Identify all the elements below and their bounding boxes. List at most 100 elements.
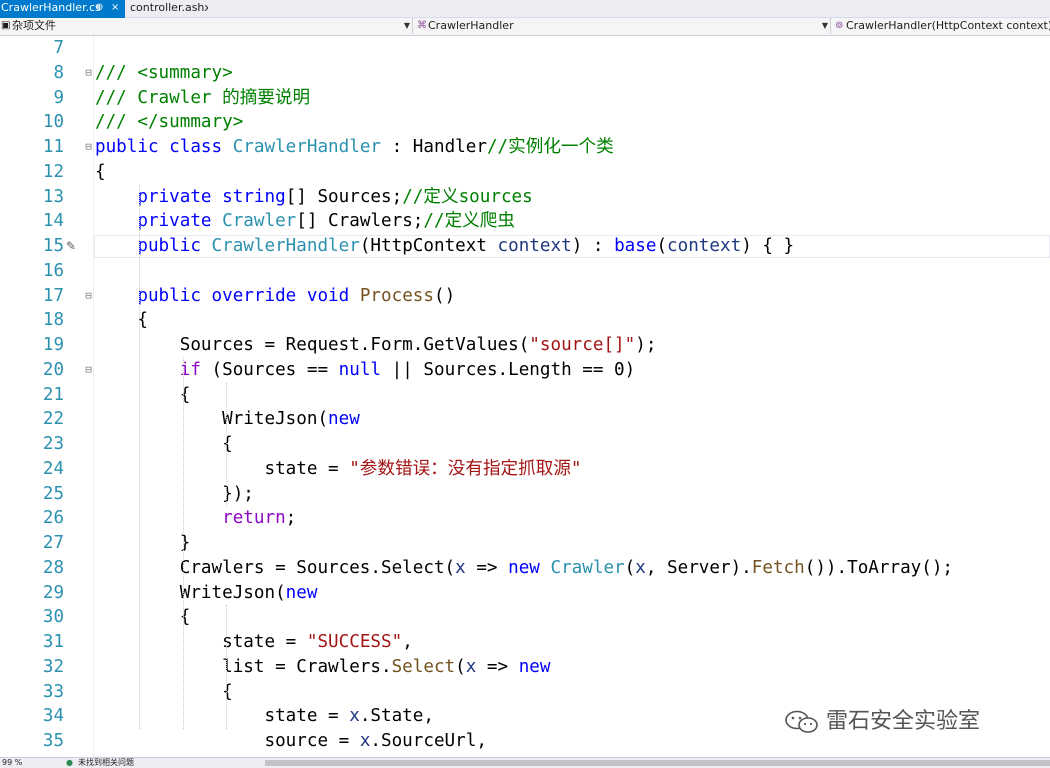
code-line[interactable]: {	[95, 160, 106, 184]
fold-toggle-icon[interactable]: ⊟	[84, 358, 93, 382]
code-token: Crawler	[222, 211, 297, 232]
code-token: "SUCCESS"	[306, 632, 403, 652]
line-number: 28	[42, 557, 64, 578]
line-number: 31	[42, 632, 64, 652]
code-line[interactable]: return;	[95, 506, 296, 530]
code-line[interactable]: {	[95, 680, 233, 704]
code-line[interactable]: {	[95, 605, 191, 629]
gutter-divider	[93, 36, 94, 757]
tab-label: CrawlerHandler.cs	[1, 1, 101, 14]
tab-controller-ashx[interactable]: controller.ashx	[128, 0, 208, 17]
code-token: ) { }	[741, 236, 795, 256]
line-number: 11	[42, 137, 64, 157]
code-line[interactable]: public override void Process()	[95, 284, 455, 308]
code-line[interactable]: {	[95, 432, 233, 456]
pin-icon[interactable]: ⊕	[95, 0, 103, 16]
code-token: //定义sources	[402, 186, 533, 207]
class-dropdown-value: CrawlerHandler	[428, 19, 514, 32]
code-token: new	[508, 557, 540, 578]
code-token: : Handler	[381, 137, 487, 157]
code-token: private	[137, 211, 212, 232]
code-line[interactable]: public CrawlerHandler(HttpContext contex…	[95, 234, 794, 258]
code-line[interactable]: Sources = Request.Form.GetValues("source…	[95, 333, 657, 357]
code-line[interactable]: }	[95, 531, 191, 555]
code-token: state =	[95, 706, 350, 727]
code-token: WriteJson(	[95, 582, 286, 603]
code-line[interactable]: {	[95, 383, 191, 407]
line-number: 25	[42, 483, 64, 504]
code-line[interactable]: WriteJson(new	[95, 407, 360, 431]
code-token: source =	[95, 731, 360, 751]
code-token: (HttpContext	[359, 236, 498, 256]
line-number: 20	[42, 359, 64, 380]
wechat-icon	[785, 710, 818, 733]
project-dropdown[interactable]: ▣ 杂项文件 ▼	[0, 18, 413, 34]
code-line[interactable]: private string[] Sources;//定义sources	[95, 185, 533, 209]
member-dropdown-value: CrawlerHandler(HttpContext context)	[846, 19, 1050, 32]
code-line[interactable]: source = x.SourceUrl,	[95, 729, 486, 753]
code-line[interactable]: state = "参数错误：没有指定抓取源"	[95, 457, 581, 481]
code-token: (	[656, 236, 668, 256]
code-line[interactable]: private Crawler[] Crawlers;//定义爬虫	[95, 209, 515, 233]
code-line[interactable]: {	[95, 308, 148, 332]
code-line[interactable]: list = Crawlers.Select(x => new	[95, 655, 550, 679]
code-token: {	[95, 310, 148, 331]
fold-toggle-icon[interactable]: ⊟	[84, 135, 93, 159]
code-token: || Sources.Length == 0)	[381, 359, 636, 380]
member-dropdown[interactable]: ⊚ CrawlerHandler(HttpContext context)	[834, 18, 1050, 34]
code-token: /// <summary>	[95, 62, 233, 83]
edit-pencil-icon: ✎	[66, 239, 77, 253]
line-number: 14	[42, 211, 64, 232]
code-token: /// </summary>	[95, 112, 244, 133]
code-line[interactable]: public class CrawlerHandler : Handler//实…	[95, 135, 614, 159]
code-token: null	[338, 359, 382, 380]
code-line[interactable]: if (Sources == null || Sources.Length ==…	[95, 358, 635, 382]
code-token: {	[95, 384, 191, 405]
navigation-bar: ▣ 杂项文件 ▼ ⌘ CrawlerHandler ▼ ⊚ CrawlerHan…	[0, 18, 1050, 36]
code-line[interactable]: state = "SUCCESS",	[95, 630, 413, 654]
code-token: x	[455, 557, 466, 578]
horizontal-scrollbar[interactable]	[265, 760, 1050, 766]
code-token: CrawlerHandler	[232, 137, 382, 157]
code-token: public	[137, 285, 201, 306]
code-token: Process	[359, 285, 434, 306]
code-token: context	[667, 236, 742, 256]
code-token: class	[169, 137, 223, 157]
close-icon[interactable]: ×	[111, 0, 119, 16]
line-number: 24	[42, 458, 64, 479]
class-dropdown[interactable]: ⌘ CrawlerHandler ▼	[416, 18, 831, 34]
code-token: {	[95, 681, 233, 702]
code-token: base	[614, 236, 657, 256]
code-token: }	[95, 533, 191, 553]
fold-toggle-icon[interactable]: ⊟	[84, 61, 93, 85]
fold-toggle-icon[interactable]: ⊟	[84, 284, 93, 308]
code-token: context	[497, 236, 572, 256]
code-token: Crawlers = Sources.Select(	[95, 557, 456, 578]
indent-guide	[139, 184, 140, 729]
code-line[interactable]: /// </summary>	[95, 110, 243, 134]
code-line[interactable]: /// <summary>	[95, 61, 233, 85]
code-token: x	[359, 731, 371, 751]
indent-guide	[226, 382, 227, 507]
line-number: 12	[42, 161, 64, 182]
code-line[interactable]: });	[95, 482, 254, 506]
tab-crawlerhandler-cs[interactable]: CrawlerHandler.cs ⊕ ×	[0, 0, 125, 19]
code-line[interactable]: Crawlers = Sources.Select(x => new Crawl…	[95, 556, 953, 580]
line-number: 8	[53, 62, 64, 83]
code-token: x	[635, 557, 646, 578]
code-editor[interactable]: 7 8 ⊟/// <summary> 9/// Crawler 的摘要说明 10/// …	[0, 36, 1050, 757]
code-line[interactable]: WriteJson(new	[95, 581, 318, 605]
line-number: 29	[42, 582, 64, 603]
csharp-file-icon: ▣	[1, 20, 11, 31]
code-token: );	[635, 335, 657, 355]
code-line[interactable]: state = x.State,	[95, 704, 434, 728]
code-token: x	[465, 656, 477, 677]
code-line[interactable]: /// Crawler 的摘要说明	[95, 86, 310, 110]
class-icon: ⌘	[417, 20, 427, 31]
